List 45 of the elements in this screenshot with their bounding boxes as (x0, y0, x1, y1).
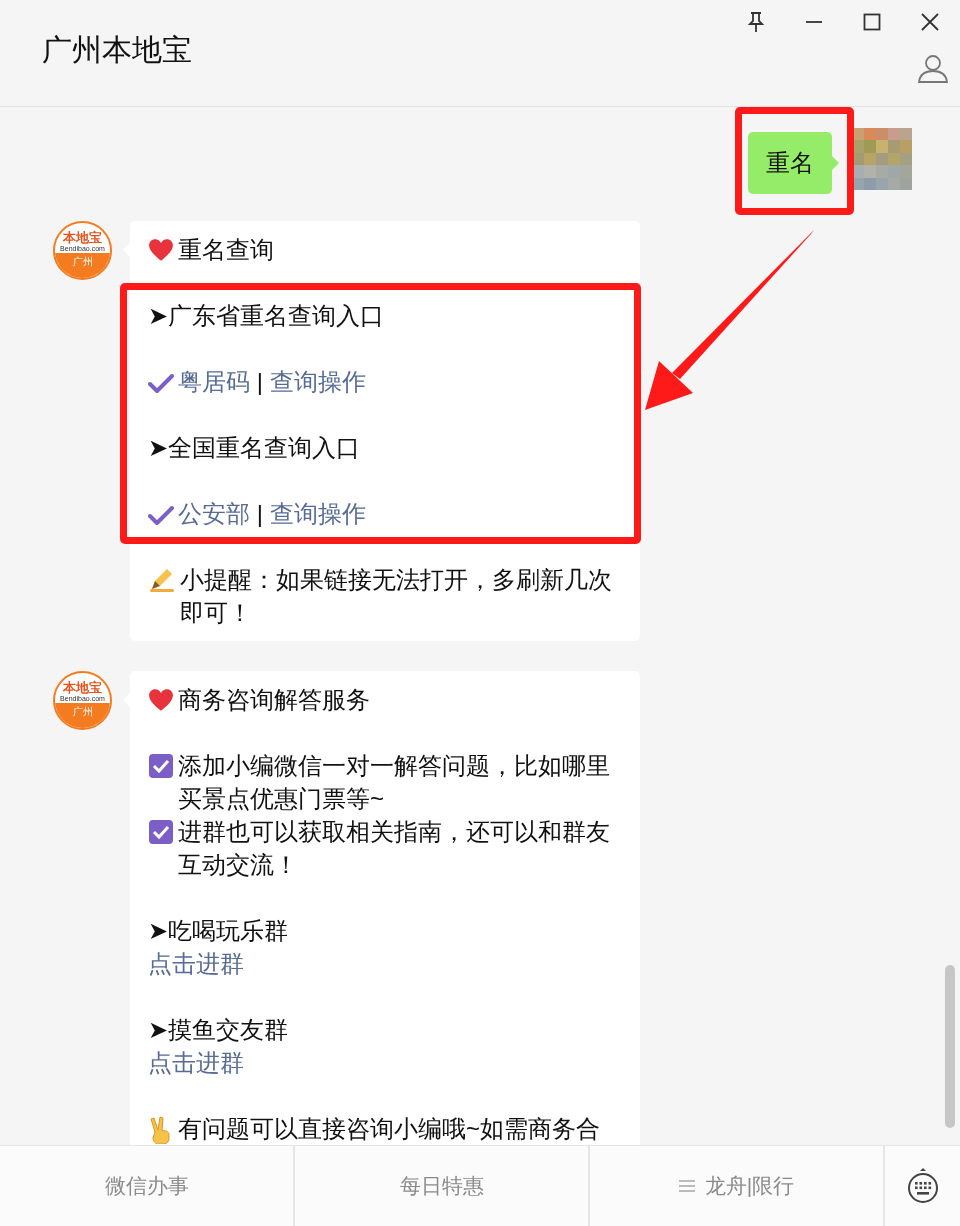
minimize-icon (805, 20, 823, 24)
writing-hand-icon (148, 567, 176, 593)
keyboard-icon (905, 1167, 940, 1205)
scrollbar-thumb[interactable] (945, 965, 955, 1128)
message-text: ➤摸鱼交友群 (148, 1016, 289, 1043)
check-icon (148, 504, 174, 526)
message-link[interactable]: 点击进群 (148, 950, 244, 977)
logo-text: 本地宝 (63, 681, 102, 695)
message-link[interactable]: 粤居码 (178, 368, 250, 395)
user-button[interactable] (916, 52, 950, 86)
menu-button[interactable]: 龙舟|限行 (590, 1146, 885, 1226)
message-text: ➤吃喝玩乐群 (148, 917, 289, 944)
message-heading: 商务咨询解答服务 (178, 686, 370, 713)
message-link[interactable]: 查询操作 (269, 368, 366, 395)
logo-city-text: 广州 (55, 703, 110, 728)
message-text: 有问题可以直接咨询小编哦~如需商务合 (178, 1114, 601, 1144)
message-link[interactable]: 查询操作 (269, 500, 366, 527)
bubble-tail (832, 156, 839, 170)
message-heading: 重名查询 (178, 236, 274, 263)
window-title: 广州本地宝 (42, 32, 192, 68)
maximize-icon (863, 13, 881, 31)
message-text: ➤广东省重名查询入口 (148, 302, 385, 329)
check-icon (148, 372, 174, 394)
message-link[interactable]: 点击进群 (148, 1049, 244, 1076)
message-text: 添加小编微信一对一解答问题，比如哪里买景点优惠门票等~ (178, 751, 611, 814)
heart-icon (148, 688, 174, 712)
pin-icon (746, 11, 766, 33)
message-text: ➤全国重名查询入口 (148, 434, 361, 461)
message-text: 小提醒：如果链接无法打开，多刷新几次即可！ (180, 565, 613, 628)
pixelated-avatar (852, 128, 912, 190)
heart-icon (148, 238, 174, 262)
message-link[interactable]: 公安部 (178, 500, 250, 527)
logo-text: 本地宝 (63, 231, 102, 245)
menu-button[interactable]: 每日特惠 (295, 1146, 590, 1226)
user-icon (917, 52, 949, 83)
sent-message: 重名 (748, 132, 832, 194)
menu-icon (678, 1179, 695, 1193)
message-text: 进群也可以获取相关指南，还可以和群友互动交流！ (178, 817, 611, 880)
separator-text: | (255, 500, 264, 527)
checkbox-icon (148, 819, 174, 845)
close-icon (921, 13, 939, 31)
checkbox-icon (148, 753, 174, 779)
logo-city-text: 广州 (55, 253, 110, 278)
menu-button[interactable]: 微信办事 (0, 1146, 295, 1226)
separator-text: | (255, 368, 264, 395)
